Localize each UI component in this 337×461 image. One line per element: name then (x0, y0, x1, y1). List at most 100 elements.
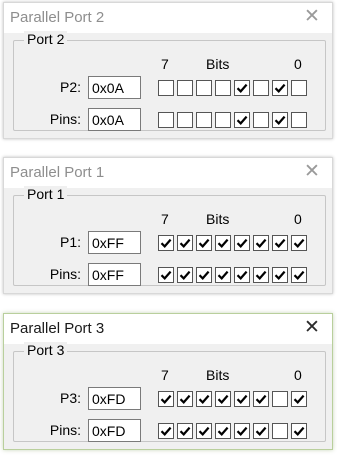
bit-7-label: 7 (161, 56, 169, 72)
bit-6-checkbox[interactable] (177, 235, 193, 251)
bit-0-checkbox[interactable] (291, 391, 307, 407)
bit-7-checkbox[interactable] (158, 423, 174, 439)
bit-6-checkbox[interactable] (177, 267, 193, 283)
bit-3-checkbox[interactable] (234, 267, 250, 283)
bit-2-checkbox[interactable] (253, 112, 269, 128)
port-value-field[interactable] (88, 231, 141, 254)
bit-2-checkbox[interactable] (253, 235, 269, 251)
checkmark-icon (198, 426, 210, 437)
bit-4-checkbox[interactable] (215, 267, 231, 283)
bit-4-checkbox[interactable] (215, 423, 231, 439)
bit-1-checkbox[interactable] (272, 267, 288, 283)
bit-7-checkbox[interactable] (158, 235, 174, 251)
checkmark-icon (274, 115, 286, 126)
title-bar[interactable]: Parallel Port 1 ✕ (4, 158, 332, 188)
checkmark-icon (274, 270, 286, 281)
title-bar[interactable]: Parallel Port 2 ✕ (4, 3, 332, 33)
bit-7-checkbox[interactable] (158, 391, 174, 407)
checkmark-icon (217, 394, 229, 405)
pins-label: Pins: (49, 111, 81, 127)
checkmark-icon (236, 83, 248, 94)
bit-5-checkbox[interactable] (196, 391, 212, 407)
bit-0-checkbox[interactable] (291, 80, 307, 96)
pins-value-field[interactable] (88, 263, 141, 286)
checkmark-icon (217, 270, 229, 281)
pins-value-field[interactable] (88, 108, 141, 131)
checkmark-icon (293, 270, 305, 281)
bit-4-checkbox[interactable] (215, 391, 231, 407)
checkmark-icon (179, 238, 191, 249)
pins-label: Pins: (49, 266, 81, 282)
bit-1-checkbox[interactable] (272, 423, 288, 439)
bit-7-label: 7 (161, 367, 169, 383)
parallel-port-3-window: Parallel Port 3 ✕ Port 3 7 Bits 0 P3: Pi… (3, 313, 333, 450)
checkmark-icon (160, 238, 172, 249)
bit-6-checkbox[interactable] (177, 423, 193, 439)
bit-1-checkbox[interactable] (272, 112, 288, 128)
pins-bits-checkboxes (158, 112, 310, 128)
bit-4-checkbox[interactable] (215, 235, 231, 251)
close-icon[interactable]: ✕ (298, 316, 326, 340)
close-icon[interactable]: ✕ (298, 160, 326, 184)
bit-6-checkbox[interactable] (177, 112, 193, 128)
bit-5-checkbox[interactable] (196, 235, 212, 251)
bit-7-checkbox[interactable] (158, 267, 174, 283)
pins-bits-checkboxes (158, 423, 310, 439)
bit-3-checkbox[interactable] (234, 235, 250, 251)
bit-5-checkbox[interactable] (196, 423, 212, 439)
checkmark-icon (236, 426, 248, 437)
bit-7-checkbox[interactable] (158, 112, 174, 128)
title-bar[interactable]: Parallel Port 3 ✕ (4, 314, 332, 344)
checkmark-icon (198, 238, 210, 249)
pins-value-field[interactable] (88, 419, 141, 442)
bit-1-checkbox[interactable] (272, 235, 288, 251)
bit-2-checkbox[interactable] (253, 80, 269, 96)
bits-caption: Bits (206, 367, 230, 383)
bit-1-checkbox[interactable] (272, 80, 288, 96)
window-title: Parallel Port 2 (10, 9, 105, 26)
port-label: P2: (59, 79, 81, 95)
port-bits-checkboxes (158, 235, 310, 251)
bit-0-checkbox[interactable] (291, 235, 307, 251)
bit-5-checkbox[interactable] (196, 112, 212, 128)
bit-3-checkbox[interactable] (234, 391, 250, 407)
checkmark-icon (236, 238, 248, 249)
bit-5-checkbox[interactable] (196, 267, 212, 283)
port-value-field[interactable] (88, 387, 141, 410)
checkmark-icon (255, 270, 267, 281)
bit-7-checkbox[interactable] (158, 80, 174, 96)
bit-7-label: 7 (161, 211, 169, 227)
checkmark-icon (160, 270, 172, 281)
bit-2-checkbox[interactable] (253, 391, 269, 407)
bit-2-checkbox[interactable] (253, 267, 269, 283)
bit-0-checkbox[interactable] (291, 112, 307, 128)
pins-bits-checkboxes (158, 267, 310, 283)
bit-3-checkbox[interactable] (234, 80, 250, 96)
bit-0-checkbox[interactable] (291, 267, 307, 283)
bit-2-checkbox[interactable] (253, 423, 269, 439)
bit-3-checkbox[interactable] (234, 112, 250, 128)
checkmark-icon (255, 238, 267, 249)
checkmark-icon (255, 426, 267, 437)
checkmark-icon (217, 426, 229, 437)
bit-4-checkbox[interactable] (215, 80, 231, 96)
close-icon[interactable]: ✕ (298, 5, 326, 29)
bit-6-checkbox[interactable] (177, 80, 193, 96)
bit-0-label: 0 (294, 211, 302, 227)
port-value-field[interactable] (88, 76, 141, 99)
checkmark-icon (236, 115, 248, 126)
bit-1-checkbox[interactable] (272, 391, 288, 407)
group-label: Port 1 (24, 186, 68, 202)
bits-caption: Bits (206, 211, 230, 227)
bit-3-checkbox[interactable] (234, 423, 250, 439)
bit-0-checkbox[interactable] (291, 423, 307, 439)
checkmark-icon (293, 238, 305, 249)
parallel-port-1-window: Parallel Port 1 ✕ Port 1 7 Bits 0 P1: Pi… (3, 157, 333, 294)
checkmark-icon (236, 394, 248, 405)
checkmark-icon (198, 394, 210, 405)
bit-4-checkbox[interactable] (215, 112, 231, 128)
bit-6-checkbox[interactable] (177, 391, 193, 407)
checkmark-icon (217, 238, 229, 249)
bit-5-checkbox[interactable] (196, 80, 212, 96)
bit-0-label: 0 (294, 367, 302, 383)
